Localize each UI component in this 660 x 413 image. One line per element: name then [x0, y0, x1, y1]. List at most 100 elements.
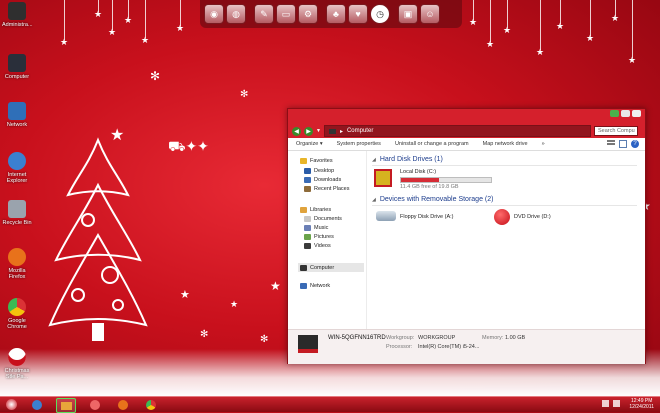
sleigh-decoration: ⛟ ✦ ✦ — [168, 138, 209, 154]
volume-tray-icon[interactable] — [613, 400, 620, 407]
nav-music[interactable]: Music — [304, 225, 328, 231]
desktop-icon-recycle-bin[interactable]: Recycle Bin — [2, 200, 32, 226]
map-network-drive-button[interactable]: Map network drive — [483, 141, 528, 147]
nav-computer[interactable]: Computer — [298, 263, 364, 272]
user-icon[interactable]: ☺ — [420, 4, 440, 24]
taskbar-clock[interactable]: 12:49 PM 12/24/2011 — [629, 398, 654, 410]
back-button[interactable]: ◀ — [292, 126, 301, 136]
user-folder-icon — [8, 2, 26, 20]
minimize-button[interactable] — [610, 110, 619, 117]
taskbar-chrome-button[interactable] — [142, 398, 160, 411]
globe-icon[interactable]: ◍ — [226, 4, 246, 24]
chrome-icon — [146, 399, 156, 410]
folder-icon — [60, 401, 72, 410]
forward-button[interactable]: ▶ — [304, 126, 313, 136]
nav-recent-places[interactable]: Recent Places — [304, 186, 349, 192]
windows-orb-icon — [5, 399, 17, 410]
lock-icon[interactable]: ▣ — [398, 4, 418, 24]
documents-icon — [304, 216, 311, 222]
maximize-button[interactable] — [621, 110, 630, 117]
system-properties-button[interactable]: System properties — [337, 141, 381, 147]
nav-libraries[interactable]: Libraries — [300, 207, 331, 213]
view-options-icon[interactable] — [607, 140, 615, 148]
desktop-icon-label: Administra... — [2, 22, 33, 28]
processor-value: Intel(R) Core(TM) i5-24... — [418, 344, 480, 350]
uninstall-program-button[interactable]: Uninstall or change a program — [395, 141, 469, 147]
tools-icon[interactable]: ✎ — [254, 4, 274, 24]
collapse-arrow-icon: ◢ — [372, 196, 376, 203]
taskbar-firefox-button[interactable] — [114, 398, 132, 411]
floppy-drive-item[interactable]: Floppy Disk Drive (A:) — [376, 209, 476, 227]
recent-places-icon — [304, 186, 311, 192]
drive-free-space: 11.4 GB free of 19.8 GB — [400, 184, 459, 190]
start-orb-icon[interactable]: ◉ — [204, 4, 224, 24]
computer-name: WIN-5QGFNN16TRD — [328, 335, 386, 341]
chrome-icon — [8, 298, 26, 316]
santa-icon — [8, 348, 26, 366]
nav-label: Videos — [314, 243, 331, 249]
computer-icon — [8, 54, 26, 72]
chevron-down-icon[interactable]: ▼ — [316, 128, 321, 134]
search-input[interactable]: Search Compu — [594, 126, 638, 136]
desktop-icon-label: Internet Explorer — [6, 172, 28, 184]
internet-explorer-icon — [8, 152, 26, 170]
nav-label: Pictures — [314, 234, 334, 240]
desktop-icon-firefox[interactable]: Mozilla Firefox — [2, 248, 32, 280]
help-icon[interactable]: ? — [631, 140, 639, 148]
taskbar-explorer-button[interactable] — [56, 398, 76, 413]
desktop-icon-label: Recycle Bin — [2, 220, 32, 226]
nav-videos[interactable]: Videos — [304, 243, 331, 249]
system-tray — [602, 400, 620, 407]
settings-icon[interactable]: ⚙ — [298, 4, 318, 24]
desktop-icon-label: Computer — [4, 74, 30, 80]
christmas-tree-decoration — [48, 137, 148, 341]
dvd-drive-item[interactable]: DVD Drive (D:) — [494, 209, 574, 227]
star-icon — [300, 158, 307, 164]
desktop-icon-internet-explorer[interactable]: Internet Explorer — [2, 152, 32, 184]
preview-pane-icon[interactable] — [619, 140, 627, 148]
close-button[interactable] — [632, 110, 641, 117]
start-button[interactable] — [2, 398, 20, 411]
taskbar-ie-button[interactable] — [28, 398, 46, 411]
nav-favorites[interactable]: Favorites — [300, 158, 333, 164]
desktop-icon-chrome[interactable]: Google Chrome — [2, 298, 32, 330]
clock-date: 12/24/2011 — [629, 404, 654, 410]
firefox-icon — [8, 248, 26, 266]
window-body: Favorites Desktop Downloads Recent Place… — [288, 151, 645, 329]
workgroup-label: Workgroup: — [386, 335, 415, 341]
network-tray-icon[interactable] — [602, 400, 609, 407]
desktop-icon-computer[interactable]: Computer — [2, 54, 32, 80]
nav-downloads[interactable]: Downloads — [304, 177, 341, 183]
local-disk-item[interactable]: Local Disk (C:) 11.4 GB free of 19.8 GB — [374, 169, 494, 195]
desktop-icon-label: Network — [6, 122, 28, 128]
address-bar[interactable]: ▸ Computer — [323, 125, 591, 137]
clock-icon[interactable]: ◷ — [370, 4, 390, 24]
removable-group-header[interactable]: ◢ Devices with Removable Storage (2) — [372, 196, 637, 206]
nav-label: Downloads — [314, 177, 342, 183]
desktop-icon-label: Christmas Stle Pa... — [4, 368, 30, 380]
nav-documents[interactable]: Documents — [304, 216, 342, 222]
heart-icon[interactable]: ♥ — [348, 4, 368, 24]
nav-label: Recent Places — [314, 186, 350, 192]
details-pane: WIN-5QGFNN16TRD Workgroup: WORKGROUP Mem… — [288, 329, 645, 364]
top-dock: ◉ ◍ ✎ ▭ ⚙ ♣ ♥ ◷ ▣ ☺ — [200, 0, 462, 28]
music-icon — [304, 225, 311, 231]
desktop-icon-christmas-style[interactable]: Christmas Stle Pa... — [2, 348, 32, 380]
organize-button[interactable]: Organize ▾ — [296, 141, 323, 147]
nav-network[interactable]: Network — [300, 283, 330, 289]
hard-disk-group-header[interactable]: ◢ Hard Disk Drives (1) — [372, 156, 637, 166]
view-controls: ? — [607, 140, 645, 148]
desktop-icon-administrator[interactable]: Administra... — [2, 2, 33, 28]
more-commands-button[interactable]: » — [542, 141, 545, 147]
nav-pictures[interactable]: Pictures — [304, 234, 334, 240]
processor-label: Processor: — [386, 344, 413, 350]
drive-name: Floppy Disk Drive (A:) — [400, 214, 454, 220]
title-bar — [288, 109, 645, 123]
nav-desktop[interactable]: Desktop — [304, 168, 334, 174]
desktop-icon-network[interactable]: Network — [2, 102, 32, 128]
tree-icon[interactable]: ♣ — [326, 4, 346, 24]
document-icon[interactable]: ▭ — [276, 4, 296, 24]
drive-name: DVD Drive (D:) — [514, 214, 551, 220]
taskbar-media-button[interactable] — [86, 398, 104, 411]
nav-label: Music — [314, 225, 329, 231]
